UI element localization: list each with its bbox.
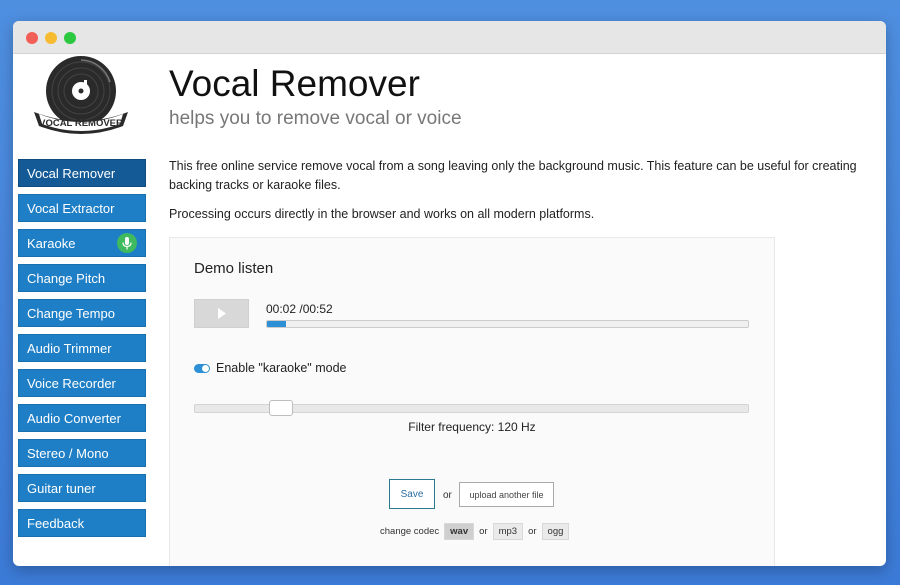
sidebar-item-feedback[interactable]: Feedback xyxy=(18,509,146,537)
play-button[interactable] xyxy=(194,299,249,328)
playback-time: 00:02 /00:52 xyxy=(266,302,333,316)
sidebar-item-label: Karaoke xyxy=(27,236,76,251)
logo-text: VOCAL REMOVER xyxy=(39,118,123,129)
karaoke-mode-toggle[interactable] xyxy=(194,364,210,373)
codec-or-separator: or xyxy=(528,526,537,537)
sidebar-item-stereo-mono[interactable]: Stereo / Mono xyxy=(18,439,146,467)
sidebar-item-label: Stereo / Mono xyxy=(27,446,109,461)
service-description: This free online service remove vocal fr… xyxy=(169,159,857,192)
page-subtitle: helps you to remove vocal or voice xyxy=(169,108,462,129)
sidebar-item-label: Change Pitch xyxy=(27,271,106,286)
sidebar-nav: Vocal Remover Vocal Extractor Karaoke Ch… xyxy=(18,159,146,544)
browser-window: VOCAL REMOVER Vocal Remover Vocal Extrac… xyxy=(13,21,886,566)
sidebar-item-voice-recorder[interactable]: Voice Recorder xyxy=(18,369,146,397)
sidebar-item-label: Audio Converter xyxy=(27,411,121,426)
sidebar-item-label: Vocal Remover xyxy=(27,166,116,181)
karaoke-mode-label: Enable "karaoke" mode xyxy=(216,361,347,375)
vocal-remover-logo[interactable]: VOCAL REMOVER xyxy=(31,54,131,136)
sidebar-item-label: Vocal Extractor xyxy=(27,201,115,216)
playback-progress-bar[interactable] xyxy=(266,320,749,328)
microphone-icon xyxy=(117,233,137,253)
change-codec-label: change codec xyxy=(380,526,440,537)
codec-option-mp3[interactable]: mp3 xyxy=(492,523,524,540)
play-icon xyxy=(217,308,226,319)
close-window-button[interactable] xyxy=(26,32,38,44)
sidebar-item-guitar-tuner[interactable]: Guitar tuner xyxy=(18,474,146,502)
playback-progress-fill xyxy=(267,321,287,327)
sidebar-item-vocal-extractor[interactable]: Vocal Extractor xyxy=(18,194,146,222)
sidebar-item-label: Voice Recorder xyxy=(27,376,116,391)
codec-option-ogg[interactable]: ogg xyxy=(541,523,570,540)
minimize-window-button[interactable] xyxy=(45,32,57,44)
save-button[interactable]: Save xyxy=(389,479,435,509)
upload-another-file-button[interactable]: upload another file xyxy=(459,482,554,507)
sidebar-item-change-tempo[interactable]: Change Tempo xyxy=(18,299,146,327)
sidebar-item-label: Guitar tuner xyxy=(27,481,96,496)
codec-selector: change codec wav or mp3 or ogg xyxy=(380,523,570,540)
page-title: Vocal Remover xyxy=(169,63,420,104)
demo-listen-heading: Demo listen xyxy=(194,260,274,277)
sidebar-item-change-pitch[interactable]: Change Pitch xyxy=(18,264,146,292)
sidebar-item-label: Audio Trimmer xyxy=(27,341,112,356)
codec-or-separator: or xyxy=(479,526,488,537)
sidebar-item-label: Feedback xyxy=(27,516,85,531)
sidebar-item-audio-converter[interactable]: Audio Converter xyxy=(18,404,146,432)
sidebar-item-audio-trimmer[interactable]: Audio Trimmer xyxy=(18,334,146,362)
filter-frequency-label: Filter frequency: 120 Hz xyxy=(170,420,774,434)
maximize-window-button[interactable] xyxy=(64,32,76,44)
filter-frequency-slider-thumb[interactable] xyxy=(268,400,293,416)
or-separator: or xyxy=(443,490,452,501)
filter-frequency-slider[interactable] xyxy=(194,400,749,416)
window-titlebar xyxy=(13,21,886,54)
sidebar-item-karaoke[interactable]: Karaoke xyxy=(18,229,146,257)
demo-player-panel: Demo listen 00:02 /00:52 Enable "karaoke… xyxy=(169,237,775,566)
filter-frequency-text: Filter frequency: 120 Hz xyxy=(408,420,536,434)
sidebar-item-label: Change Tempo xyxy=(27,306,115,321)
sidebar-item-vocal-remover[interactable]: Vocal Remover xyxy=(18,159,146,187)
codec-option-wav[interactable]: wav xyxy=(444,523,475,540)
processing-note: Processing occurs directly in the browse… xyxy=(169,207,595,221)
